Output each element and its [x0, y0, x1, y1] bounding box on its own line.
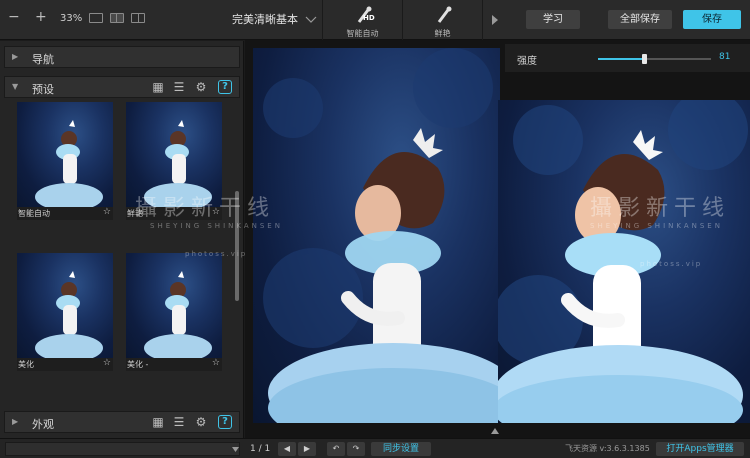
- panel-title: 外观: [32, 418, 54, 431]
- star-icon[interactable]: ☆: [103, 358, 111, 368]
- preset-label: 美化: [18, 360, 34, 369]
- gear-icon[interactable]: ⚙: [194, 415, 208, 429]
- look-panel-header[interactable]: ▶ 外观 ▦ ☰ ⚙ ?: [4, 411, 240, 433]
- undo-button[interactable]: ↶: [327, 442, 345, 456]
- expand-arrow-icon: ▶: [12, 417, 19, 426]
- image-canvas: 强度 81 攝影新干线 SHEYING SHINKANSEN photoss.v…: [135, 40, 750, 438]
- panel-title: 导航: [32, 53, 54, 66]
- zoom-in-icon[interactable]: +: [35, 10, 47, 24]
- star-icon[interactable]: ☆: [212, 358, 220, 368]
- mode-label: 智能自动: [346, 29, 379, 38]
- star-icon[interactable]: ☆: [103, 207, 111, 217]
- panel-title: 预设: [32, 83, 54, 96]
- watermark-url: photoss.vip: [640, 260, 703, 268]
- preset-label: 智能自动: [18, 209, 50, 218]
- watermark-text: 攝影新干线: [590, 196, 731, 221]
- chevron-down-icon: [232, 447, 239, 452]
- brush-icon: [437, 6, 452, 23]
- page-counter: 1 / 1: [250, 444, 271, 454]
- redo-button[interactable]: ↷: [347, 442, 365, 456]
- zoom-out-icon[interactable]: −: [8, 10, 20, 24]
- strength-label: 强度: [517, 56, 537, 67]
- preset-label: 美化 -: [127, 360, 149, 369]
- list-view-icon[interactable]: ☰: [172, 80, 186, 94]
- help-icon[interactable]: ?: [218, 415, 232, 429]
- top-toolbar: − + 33% 完美清晰基本 HD 智能自动 鲜艳 学习 全部保存 保存: [0, 0, 750, 40]
- strength-slider-handle[interactable]: [641, 54, 647, 64]
- left-panel: ▶ 导航 ▼ 预设 ▦ ☰ ⚙ ? 智能自动 ☆ 鲜艳 ☆ 美化 ☆ 美化 -: [0, 41, 244, 438]
- strength-value[interactable]: 81: [719, 52, 730, 62]
- preset-thumb[interactable]: 美化 ☆: [17, 253, 113, 371]
- zoom-level[interactable]: 33%: [60, 13, 82, 24]
- grid-view-icon[interactable]: ▦: [151, 415, 165, 429]
- filmstrip-scrollbar[interactable]: [5, 442, 240, 456]
- preset-thumbnail-image: [17, 253, 113, 358]
- modes-next-button[interactable]: [482, 0, 506, 40]
- side-by-side-view-icon[interactable]: [131, 13, 145, 23]
- help-icon[interactable]: ?: [218, 80, 232, 94]
- chevron-down-icon[interactable]: [305, 16, 317, 24]
- learn-button[interactable]: 学习: [526, 10, 580, 29]
- panel-toggle-icon[interactable]: [491, 428, 499, 434]
- watermark-subtext: SHEYING SHINKANSEN: [590, 222, 723, 230]
- grid-view-icon[interactable]: ▦: [151, 80, 165, 94]
- open-apps-manager-button[interactable]: 打开Apps管理器: [656, 442, 744, 456]
- preset-thumbnail-image: [126, 253, 222, 358]
- sync-settings-button[interactable]: 同步设置: [371, 442, 431, 456]
- mode-label: 鲜艳: [434, 29, 451, 38]
- list-view-icon[interactable]: ☰: [172, 415, 186, 429]
- mode-vivid[interactable]: 鲜艳: [402, 0, 482, 40]
- gear-icon[interactable]: ⚙: [194, 80, 208, 94]
- mode-smart-auto[interactable]: HD 智能自动: [322, 0, 402, 40]
- expand-arrow-icon: ▶: [12, 52, 19, 61]
- presets-panel-header[interactable]: ▼ 预设 ▦ ☰ ⚙ ?: [4, 76, 240, 98]
- version-text: 飞天资源 v:3.6.3.1385: [565, 444, 650, 453]
- strength-slider-track[interactable]: [598, 54, 711, 64]
- watermark-url: photoss.vip: [185, 250, 248, 258]
- collapse-arrow-icon: ▼: [12, 82, 19, 91]
- watermark-subtext: SHEYING SHINKANSEN: [150, 222, 283, 230]
- chevron-right-icon: [492, 15, 498, 25]
- strength-slider-fill: [598, 58, 644, 60]
- split-view-icon[interactable]: [110, 13, 124, 23]
- processed-image: [498, 100, 750, 423]
- next-image-button[interactable]: ▶: [298, 442, 316, 456]
- bottom-bar: 1 / 1 ◀ ▶ ↶ ↷ 同步设置 飞天资源 v:3.6.3.1385 打开A…: [0, 438, 750, 458]
- original-image: [253, 48, 500, 423]
- single-view-icon[interactable]: [89, 13, 103, 23]
- preset-thumb[interactable]: 美化 - ☆: [126, 253, 222, 371]
- preset-select[interactable]: 完美清晰基本: [232, 11, 298, 27]
- preset-thumb[interactable]: 智能自动 ☆: [17, 102, 113, 220]
- nav-panel-header[interactable]: ▶ 导航: [4, 46, 240, 68]
- save-all-button[interactable]: 全部保存: [608, 10, 672, 29]
- strength-panel: 强度 81: [505, 44, 750, 72]
- watermark-text: 攝影新干线: [135, 196, 276, 221]
- hd-badge: HD: [363, 14, 375, 22]
- prev-image-button[interactable]: ◀: [278, 442, 296, 456]
- preset-thumbnail-image: [17, 102, 113, 207]
- save-button[interactable]: 保存: [683, 10, 741, 29]
